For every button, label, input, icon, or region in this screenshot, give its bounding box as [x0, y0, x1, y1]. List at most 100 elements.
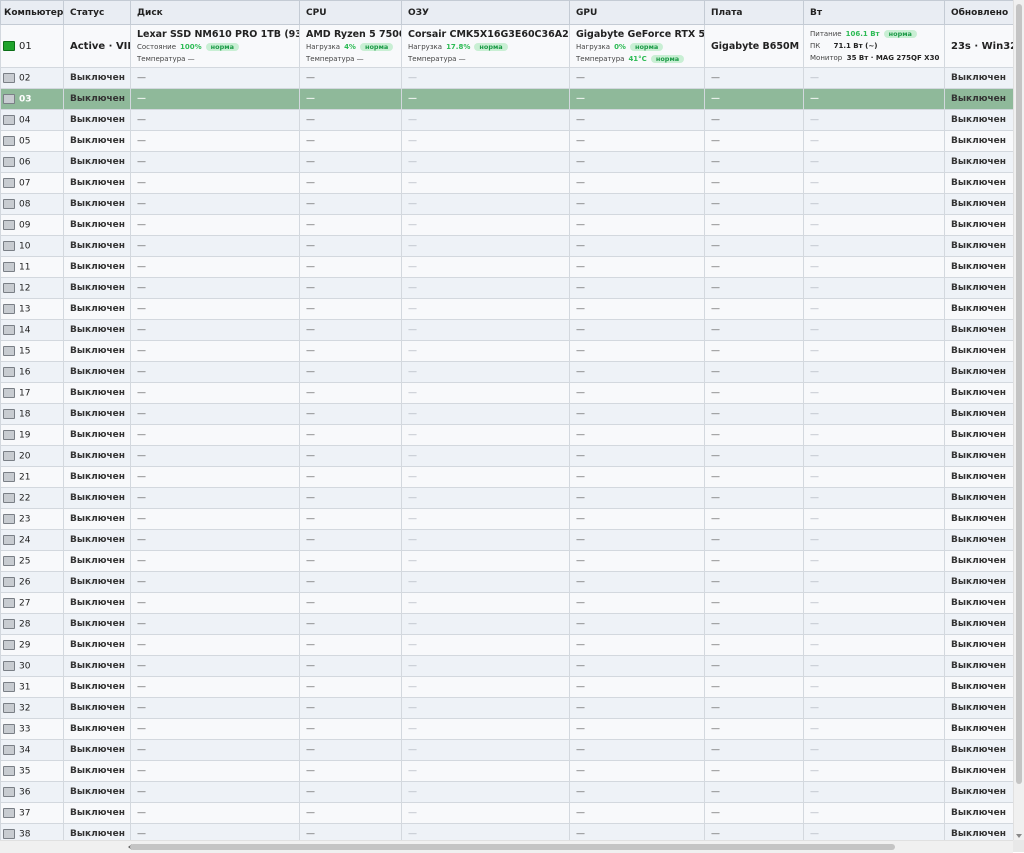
- status-text: Выключен: [70, 94, 125, 104]
- empty-value: —: [711, 787, 720, 797]
- header-board[interactable]: Плата: [704, 0, 804, 25]
- table-row[interactable]: 20 Выключен — — — — — — Выключен: [0, 445, 1013, 467]
- horizontal-scroll-thumb[interactable]: [130, 844, 895, 850]
- table-row[interactable]: 26 Выключен — — — — — — Выключен: [0, 571, 1013, 593]
- table-row[interactable]: 22 Выключен — — — — — — Выключен: [0, 487, 1013, 509]
- board-cell: —: [704, 151, 804, 173]
- empty-value: —: [576, 115, 585, 125]
- header-gpu[interactable]: GPU: [569, 0, 705, 25]
- disk-cell: —: [130, 88, 300, 110]
- table-row[interactable]: 12 Выключен — — — — — — Выключен: [0, 277, 1013, 299]
- table-row[interactable]: 19 Выключен — — — — — — Выключен: [0, 424, 1013, 446]
- pc-number: 19: [19, 430, 31, 441]
- status-cell: Выключен: [63, 592, 131, 614]
- status-cell: Выключен: [63, 361, 131, 383]
- table-row[interactable]: 27 Выключен — — — — — — Выключен: [0, 592, 1013, 614]
- header-ram[interactable]: ОЗУ: [401, 0, 570, 25]
- empty-value: —: [810, 703, 819, 713]
- table-row[interactable]: 05 Выключен — — — — — — Выключен: [0, 130, 1013, 152]
- disk-cell: —: [130, 67, 300, 89]
- status-text: Выключен: [70, 73, 125, 83]
- table-row[interactable]: 24 Выключен — — — — — — Выключен: [0, 529, 1013, 551]
- watts-cell: —: [803, 529, 945, 551]
- updated-text: Выключен: [951, 766, 1006, 776]
- table-row[interactable]: 07 Выключен — — — — — — Выключен: [0, 172, 1013, 194]
- table-row[interactable]: 09 Выключен — — — — — — Выключен: [0, 214, 1013, 236]
- updated-cell: Выключен: [944, 529, 1013, 551]
- pc-number: 11: [19, 262, 31, 273]
- empty-value: —: [576, 220, 585, 230]
- table-row[interactable]: 34 Выключен — — — — — — Выключен: [0, 739, 1013, 761]
- header-disk[interactable]: Диск: [130, 0, 300, 25]
- empty-value: —: [408, 682, 417, 692]
- disk-cell: —: [130, 340, 300, 362]
- empty-value: —: [810, 640, 819, 650]
- monitor-offline-icon: [3, 429, 15, 440]
- pc-number: 36: [19, 787, 31, 798]
- table-row[interactable]: 28 Выключен — — — — — — Выключен: [0, 613, 1013, 635]
- table-row[interactable]: 13 Выключен — — — — — — Выключен: [0, 298, 1013, 320]
- gpu-temp-label: Температура: [576, 54, 625, 63]
- watts-cell: —: [803, 508, 945, 530]
- table-row[interactable]: 29 Выключен — — — — — — Выключен: [0, 634, 1013, 656]
- status-cell: Выключен: [63, 403, 131, 425]
- table-row[interactable]: 31 Выключен — — — — — — Выключен: [0, 676, 1013, 698]
- header-computer[interactable]: Компьютер: [0, 0, 64, 25]
- pc-cell: 38: [0, 823, 64, 840]
- vertical-scroll-thumb[interactable]: [1016, 4, 1022, 784]
- empty-value: —: [711, 283, 720, 293]
- table-row[interactable]: 06 Выключен — — — — — — Выключен: [0, 151, 1013, 173]
- monitor-offline-icon: [3, 345, 15, 356]
- empty-value: —: [810, 409, 819, 419]
- table-row[interactable]: 08 Выключен — — — — — — Выключен: [0, 193, 1013, 215]
- status-text: Выключен: [70, 829, 125, 839]
- updated-cell: Выключен: [944, 487, 1013, 509]
- vertical-scrollbar[interactable]: [1013, 0, 1024, 840]
- table-row[interactable]: 38 Выключен — — — — — — Выключен: [0, 823, 1013, 840]
- table-row[interactable]: 16 Выключен — — — — — — Выключен: [0, 361, 1013, 383]
- table-row[interactable]: 30 Выключен — — — — — — Выключен: [0, 655, 1013, 677]
- table-row[interactable]: 17 Выключен — — — — — — Выключен: [0, 382, 1013, 404]
- updated-cell: Выключен: [944, 193, 1013, 215]
- header-status[interactable]: Статус: [63, 0, 131, 25]
- table-row[interactable]: 04 Выключен — — — — — — Выключен: [0, 109, 1013, 131]
- table-row[interactable]: 18 Выключен — — — — — — Выключен: [0, 403, 1013, 425]
- status-cell: Выключен: [63, 319, 131, 341]
- table-row[interactable]: 37 Выключен — — — — — — Выключен: [0, 802, 1013, 824]
- cpu-cell: —: [299, 340, 402, 362]
- empty-value: —: [576, 262, 585, 272]
- table-row[interactable]: 25 Выключен — — — — — — Выключен: [0, 550, 1013, 572]
- table-row[interactable]: 03 Выключен — — — — — — Выключен: [0, 88, 1013, 110]
- empty-value: —: [306, 724, 315, 734]
- updated-cell: Выключен: [944, 592, 1013, 614]
- header-cpu[interactable]: CPU: [299, 0, 402, 25]
- horizontal-scrollbar[interactable]: [0, 840, 1013, 853]
- table-row[interactable]: 01 Active · VIP Lexar SSD NM610 PRO 1TB …: [0, 24, 1013, 68]
- empty-value: —: [711, 220, 720, 230]
- empty-value: —: [810, 283, 819, 293]
- scroll-down-arrow-icon[interactable]: [1016, 834, 1022, 838]
- gpu-cell: —: [569, 508, 705, 530]
- table-row[interactable]: 10 Выключен — — — — — — Выключен: [0, 235, 1013, 257]
- table-row[interactable]: 32 Выключен — — — — — — Выключен: [0, 697, 1013, 719]
- table-row[interactable]: 14 Выключен — — — — — — Выключен: [0, 319, 1013, 341]
- table-row[interactable]: 21 Выключен — — — — — — Выключен: [0, 466, 1013, 488]
- watts-cell: —: [803, 256, 945, 278]
- table-row[interactable]: 02 Выключен — — — — — — Выключен: [0, 67, 1013, 89]
- updated-text: Выключен: [951, 451, 1006, 461]
- header-updated[interactable]: Обновлено: [944, 0, 1013, 25]
- table-row[interactable]: 35 Выключен — — — — — — Выключен: [0, 760, 1013, 782]
- empty-value: —: [306, 409, 315, 419]
- updated-cell: Выключен: [944, 151, 1013, 173]
- updated-cell: Выключен: [944, 802, 1013, 824]
- table-row[interactable]: 33 Выключен — — — — — — Выключен: [0, 718, 1013, 740]
- table-row[interactable]: 11 Выключен — — — — — — Выключен: [0, 256, 1013, 278]
- ram-cell: —: [401, 424, 570, 446]
- table-row[interactable]: 36 Выключен — — — — — — Выключен: [0, 781, 1013, 803]
- header-watts[interactable]: Вт: [803, 0, 945, 25]
- empty-value: —: [810, 367, 819, 377]
- table-row[interactable]: 23 Выключен — — — — — — Выключен: [0, 508, 1013, 530]
- table-row[interactable]: 15 Выключен — — — — — — Выключен: [0, 340, 1013, 362]
- empty-value: —: [306, 199, 315, 209]
- gpu-cell: —: [569, 529, 705, 551]
